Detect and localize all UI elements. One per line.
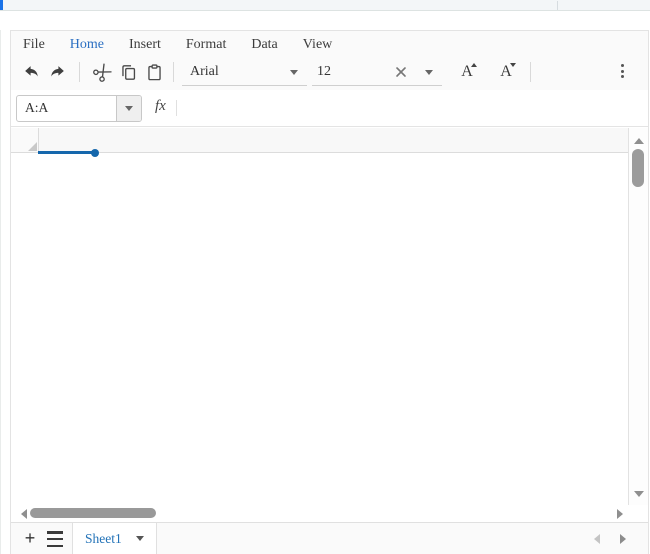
- menu-item-file[interactable]: File: [21, 36, 47, 54]
- caret-up-icon: [471, 63, 477, 67]
- font-size-value: 12: [317, 63, 331, 79]
- menu-item-data[interactable]: Data: [249, 36, 279, 54]
- vertical-scroll-thumb[interactable]: [632, 149, 644, 187]
- clear-font-size-button[interactable]: [394, 65, 408, 79]
- scroll-up-icon[interactable]: [634, 138, 644, 144]
- toolbar: Arial 12 A A: [11, 53, 648, 91]
- formula-input[interactable]: [181, 94, 642, 122]
- font-family-value: Arial: [190, 63, 219, 79]
- cut-button[interactable]: [89, 59, 115, 85]
- menu-item-home[interactable]: Home: [68, 36, 106, 54]
- toolbar-separator: [79, 62, 80, 82]
- copy-icon: [121, 64, 135, 80]
- decrease-font-size-button[interactable]: A: [493, 59, 519, 85]
- chevron-down-icon: [425, 69, 433, 75]
- scroll-left-icon[interactable]: [21, 509, 27, 519]
- select-all-corner[interactable]: [11, 128, 39, 152]
- tab-nav-right-icon[interactable]: [620, 534, 626, 544]
- caret-down-icon: [510, 63, 516, 67]
- paste-button[interactable]: [141, 59, 167, 85]
- undo-button[interactable]: [18, 59, 44, 85]
- browser-tab-strip: [0, 0, 650, 11]
- formula-bar: A:A fx: [11, 90, 648, 127]
- scroll-right-icon[interactable]: [617, 509, 623, 519]
- name-box[interactable]: A:A: [16, 95, 142, 122]
- clear-icon: [396, 66, 406, 77]
- fx-icon: fx: [155, 98, 166, 114]
- menu-item-insert[interactable]: Insert: [127, 36, 163, 54]
- font-family-select[interactable]: Arial: [182, 59, 307, 86]
- app-chrome: File Home Insert Format Data View Arial …: [11, 31, 648, 91]
- active-tab-marker: [0, 0, 3, 10]
- all-sheets-menu-button[interactable]: [47, 531, 67, 547]
- name-box-value: A:A: [25, 100, 49, 115]
- sheet-bar: + Sheet1: [11, 522, 648, 554]
- hamburger-icon: [47, 531, 63, 534]
- selected-column-underline: [38, 151, 94, 154]
- sheet-tab-label: Sheet1: [85, 530, 122, 546]
- menu-item-format[interactable]: Format: [184, 36, 228, 54]
- vertical-scrollbar[interactable]: [628, 128, 648, 505]
- more-options-button[interactable]: [614, 58, 630, 84]
- toolbar-separator: [530, 62, 531, 82]
- undo-icon: [25, 66, 38, 77]
- copy-button[interactable]: [115, 59, 141, 85]
- tab-divider: [557, 1, 558, 10]
- selection-handle-dot[interactable]: [91, 149, 99, 157]
- horizontal-scrollbar[interactable]: [11, 505, 627, 522]
- paste-icon: [147, 63, 161, 80]
- menu-bar: File Home Insert Format Data View: [21, 36, 334, 54]
- sheet-tab-sheet1[interactable]: Sheet1: [72, 523, 157, 554]
- name-box-dropdown-button[interactable]: [116, 96, 141, 121]
- sheet-tab-menu-icon[interactable]: [135, 536, 144, 541]
- column-header-row[interactable]: [11, 128, 628, 153]
- horizontal-scroll-thumb[interactable]: [30, 508, 156, 518]
- corner-triangle-icon: [28, 142, 37, 151]
- toolbar-separator: [173, 62, 174, 82]
- cut-icon: [92, 62, 112, 82]
- more-options-icon: [620, 64, 624, 67]
- chevron-down-icon: [290, 69, 298, 75]
- tab-nav-left-icon[interactable]: [594, 534, 600, 544]
- increase-font-size-button[interactable]: A: [454, 59, 480, 85]
- menu-item-view[interactable]: View: [301, 36, 334, 54]
- window-left-edge: [0, 30, 1, 554]
- spreadsheet-app: File Home Insert Format Data View Arial …: [10, 30, 649, 554]
- grid-area[interactable]: [11, 127, 648, 554]
- chevron-down-icon: [125, 106, 133, 111]
- redo-icon: [51, 66, 64, 77]
- font-size-select[interactable]: 12: [312, 59, 442, 86]
- redo-button[interactable]: [45, 59, 71, 85]
- add-sheet-button[interactable]: +: [20, 526, 40, 550]
- scroll-down-icon[interactable]: [634, 491, 644, 497]
- formula-separator: [176, 100, 177, 116]
